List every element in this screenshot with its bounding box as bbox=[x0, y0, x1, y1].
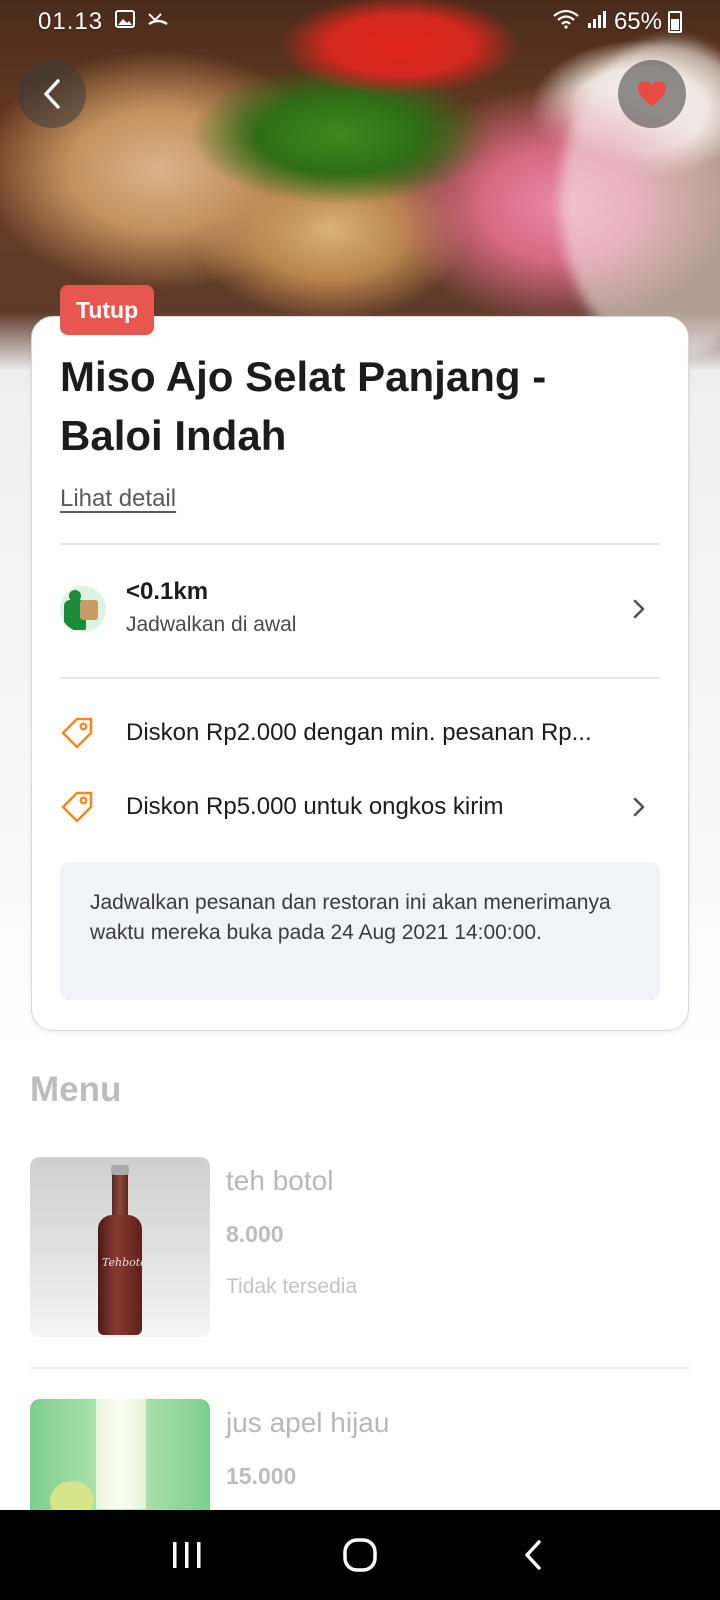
menu-item-name: jus apel hijau bbox=[226, 1407, 390, 1438]
menu-item[interactable]: Tehbotol teh botol 8.000 Tidak tersedia bbox=[30, 1157, 690, 1337]
wifi-icon bbox=[552, 8, 580, 36]
signal-icon bbox=[586, 8, 608, 36]
battery-level: 65% bbox=[613, 8, 662, 35]
missed-call-icon bbox=[147, 10, 169, 34]
home-icon bbox=[343, 1538, 377, 1572]
back-icon bbox=[525, 1540, 542, 1570]
chevron-right-icon bbox=[632, 598, 646, 620]
promo-item[interactable]: Diskon Rp2.000 dengan min. pesanan Rp... bbox=[60, 707, 660, 759]
menu-item-price: 15.000 bbox=[226, 1463, 297, 1489]
chevron-left-icon bbox=[44, 79, 60, 109]
restaurant-info-card: Miso Ajo Selat Panjang - Baloi Indah Lih… bbox=[31, 316, 689, 1031]
discount-tag-icon bbox=[60, 716, 106, 750]
promo-text: Diskon Rp2.000 dengan min. pesanan Rp... bbox=[126, 719, 592, 746]
discount-tag-icon bbox=[60, 790, 106, 824]
chevron-right-icon bbox=[632, 796, 646, 818]
back-button[interactable] bbox=[18, 60, 86, 128]
promo-item[interactable]: Diskon Rp5.000 untuk ongkos kirim bbox=[60, 781, 660, 833]
menu-heading: Menu bbox=[30, 1070, 122, 1109]
recent-apps-icon bbox=[172, 1542, 201, 1568]
delivery-mode: Jadwalkan di awal bbox=[126, 613, 297, 636]
recent-apps-button[interactable] bbox=[147, 1525, 227, 1585]
delivery-info-row[interactable]: <0.1km Jadwalkan di awal bbox=[60, 569, 660, 649]
restaurant-name: Miso Ajo Selat Panjang - Baloi Indah bbox=[60, 353, 547, 459]
status-badge: Tutup bbox=[60, 285, 155, 335]
divider bbox=[30, 1367, 690, 1369]
menu-item-price: 8.000 bbox=[226, 1221, 284, 1247]
system-nav-bar bbox=[0, 1510, 720, 1600]
status-bar: 01.13 65% bbox=[0, 0, 720, 44]
menu-item-availability: Tidak tersedia bbox=[226, 1275, 358, 1298]
gallery-icon bbox=[115, 10, 136, 34]
distance-value: <0.1km bbox=[126, 578, 209, 605]
heart-icon bbox=[638, 81, 666, 106]
home-button[interactable] bbox=[320, 1525, 400, 1585]
see-detail-link[interactable]: Lihat detail bbox=[60, 485, 176, 513]
schedule-notice: Jadwalkan pesanan dan restoran ini akan … bbox=[60, 862, 660, 1000]
system-back-button[interactable] bbox=[493, 1525, 573, 1585]
courier-icon bbox=[60, 586, 106, 632]
battery-icon bbox=[668, 11, 682, 33]
divider bbox=[60, 677, 660, 679]
promo-text: Diskon Rp5.000 untuk ongkos kirim bbox=[126, 793, 504, 820]
bottle-label: Tehbotol bbox=[102, 1256, 151, 1269]
status-time: 01.13 bbox=[38, 8, 104, 35]
favorite-button[interactable] bbox=[618, 60, 686, 128]
divider bbox=[60, 543, 660, 545]
menu-item-name: teh botol bbox=[226, 1165, 334, 1196]
menu-item-image: Tehbotol bbox=[30, 1157, 210, 1337]
